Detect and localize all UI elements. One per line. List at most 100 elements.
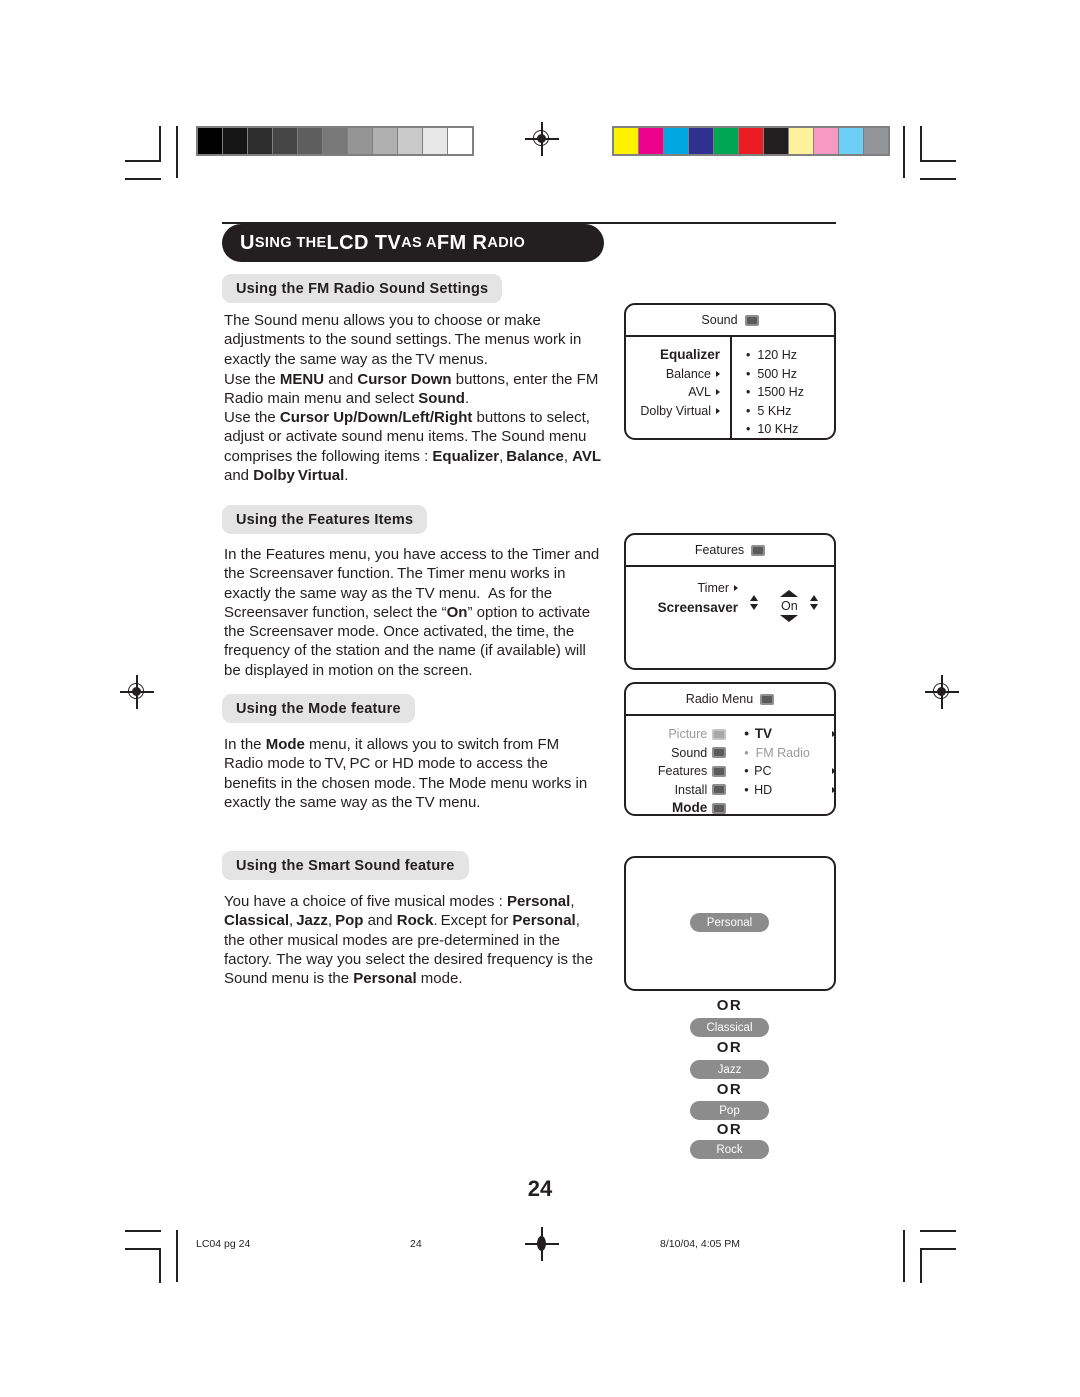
crop-mark-top-right-v: [920, 126, 922, 161]
osd-mode-option-hd-label: HD: [754, 782, 773, 797]
up-down-arrow-icon-right[interactable]: [810, 595, 818, 610]
chevron-right-icon: [716, 407, 720, 414]
chevron-right-icon: [734, 585, 738, 592]
osd-item-equalizer[interactable]: Equalizer: [626, 346, 720, 365]
bullet-icon: •: [744, 764, 749, 778]
radio-menu-icon: [760, 693, 775, 705]
osd-sound-items: Equalizer Balance AVL Dolby Virtual: [626, 337, 730, 438]
crop-mark-top-left-bleed: [125, 178, 161, 180]
bullet-icon: •: [746, 348, 751, 362]
grayscale-swatch: [448, 128, 472, 154]
crop-mark-top-right-bleed: [920, 178, 956, 180]
osd-mode-option-hd[interactable]: • HD: [744, 781, 834, 800]
page-title-part-2: SING THE: [254, 235, 327, 251]
osd-mode-option-fm-radio[interactable]: • FM Radio: [744, 744, 834, 763]
page-number: 24: [527, 1176, 553, 1201]
grayscale-swatch: [398, 128, 423, 154]
page-title: U SING THE LCD TV AS A FM R ADIO: [222, 224, 604, 262]
up-down-arrow-icon-left[interactable]: [750, 595, 758, 610]
chevron-right-icon: [832, 786, 834, 793]
print-slug-page: 24: [410, 1238, 422, 1250]
osd-item-screensaver[interactable]: Screensaver: [626, 599, 738, 618]
paragraph-menu-cursor-down: Use the MENU and Cursor Down buttons, en…: [224, 371, 599, 408]
grayscale-swatch: [348, 128, 373, 154]
or-label-2: OR: [716, 1039, 743, 1056]
color-swatch: [714, 128, 739, 154]
color-swatch: [664, 128, 689, 154]
grayscale-swatch: [423, 128, 448, 154]
crop-mark-bottom-left-rule: [176, 1230, 178, 1282]
osd-item-features[interactable]: Features: [626, 762, 727, 781]
smart-sound-badge-pop[interactable]: Pop: [690, 1101, 769, 1120]
color-swatch: [639, 128, 664, 154]
crop-mark-top-left-rule: [176, 126, 178, 178]
color-swatch: [839, 128, 864, 154]
color-swatch: [764, 128, 789, 154]
osd-mode-option-tv-label: TV: [754, 726, 772, 741]
smart-sound-badge-classical[interactable]: Classical: [690, 1018, 769, 1037]
osd-frequency-label: 120 Hz: [757, 348, 797, 362]
color-calibration-strip: [612, 126, 890, 156]
crop-mark-bottom-right-rule: [903, 1230, 905, 1282]
smart-sound-badge-personal[interactable]: Personal: [690, 913, 769, 932]
page-title-part-5: FM R: [436, 231, 488, 254]
osd-item-picture[interactable]: Picture: [626, 725, 727, 744]
crop-mark-top-right-h: [920, 160, 956, 162]
osd-item-balance[interactable]: Balance: [626, 365, 720, 384]
grayscale-calibration-strip: [196, 126, 474, 156]
grayscale-swatch: [198, 128, 223, 154]
osd-radio-menu: Radio Menu Picture Sound Features Instal…: [624, 682, 836, 816]
paragraph-features-items: In the Features menu, you have access to…: [224, 546, 600, 679]
osd-item-mode[interactable]: Mode: [626, 799, 727, 814]
osd-item-timer-label: Timer: [697, 581, 729, 595]
osd-item-install[interactable]: Install: [626, 781, 727, 800]
smart-sound-badge-rock[interactable]: Rock: [690, 1140, 769, 1159]
crop-mark-bottom-left-bleed: [125, 1230, 161, 1232]
section-heading-fm-radio-sound-settings: Using the FM Radio Sound Settings: [222, 274, 503, 303]
crop-mark-top-left-v: [159, 126, 161, 161]
osd-frequency-item[interactable]: • 5 KHz: [746, 402, 834, 421]
osd-features-header: Features: [626, 535, 834, 567]
crop-mark-bottom-left-h: [125, 1248, 161, 1250]
speaker-icon: [712, 747, 727, 759]
osd-frequency-item[interactable]: • 1500 Hz: [746, 383, 834, 402]
osd-radio-menu-mode-options: • TV • FM Radio • PC • HD: [736, 716, 834, 814]
color-swatch: [864, 128, 888, 154]
osd-mode-option-pc-label: PC: [754, 764, 772, 778]
osd-mode-option-pc[interactable]: • PC: [744, 762, 834, 781]
osd-frequency-item[interactable]: • 500 Hz: [746, 365, 834, 384]
osd-item-dolby-virtual[interactable]: Dolby Virtual: [626, 402, 720, 421]
osd-features-body: Timer Screensaver On: [626, 567, 834, 668]
osd-screensaver-value[interactable]: On: [778, 599, 801, 613]
grayscale-swatch: [273, 128, 298, 154]
install-icon: [712, 784, 727, 796]
osd-item-equalizer-label: Equalizer: [659, 347, 720, 362]
osd-item-screensaver-label: Screensaver: [657, 600, 738, 615]
smart-sound-badge-jazz[interactable]: Jazz: [690, 1060, 769, 1079]
or-label-1: OR: [716, 997, 743, 1014]
chevron-right-icon: [832, 768, 834, 775]
osd-item-dolby-virtual-label: Dolby Virtual: [640, 403, 711, 418]
color-swatch: [789, 128, 814, 154]
paragraph-sound-menu-intro: The Sound menu allows you to choose or m…: [224, 312, 582, 368]
osd-item-sound[interactable]: Sound: [626, 744, 727, 763]
osd-item-timer[interactable]: Timer: [626, 579, 738, 598]
osd-frequency-item[interactable]: • 120 Hz: [746, 346, 834, 365]
osd-radio-menu-header: Radio Menu: [626, 684, 834, 716]
or-label-3: OR: [716, 1081, 743, 1098]
osd-item-avl[interactable]: AVL: [626, 383, 720, 402]
crop-mark-top-left-h: [125, 160, 161, 162]
speaker-icon: [744, 314, 759, 326]
section-heading-mode-feature: Using the Mode feature: [222, 694, 415, 723]
color-swatch: [689, 128, 714, 154]
osd-sound-menu: Sound Equalizer Balance AVL Dolby Virtua…: [624, 303, 836, 440]
osd-sound-body: Equalizer Balance AVL Dolby Virtual • 12…: [626, 337, 834, 438]
osd-frequency-label: 5 KHz: [757, 403, 792, 418]
paragraph-mode-feature: In the Mode menu, it allows you to switc…: [224, 736, 588, 811]
osd-item-avl-label: AVL: [688, 385, 711, 399]
osd-mode-option-tv[interactable]: • TV: [744, 725, 834, 744]
grayscale-swatch: [323, 128, 348, 154]
paragraph-cursor-updownleftright: Use the Cursor Up/Down/Left/Right button…: [224, 409, 602, 484]
osd-frequency-item[interactable]: • 10 KHz: [746, 420, 834, 438]
chevron-right-icon: [716, 389, 720, 396]
